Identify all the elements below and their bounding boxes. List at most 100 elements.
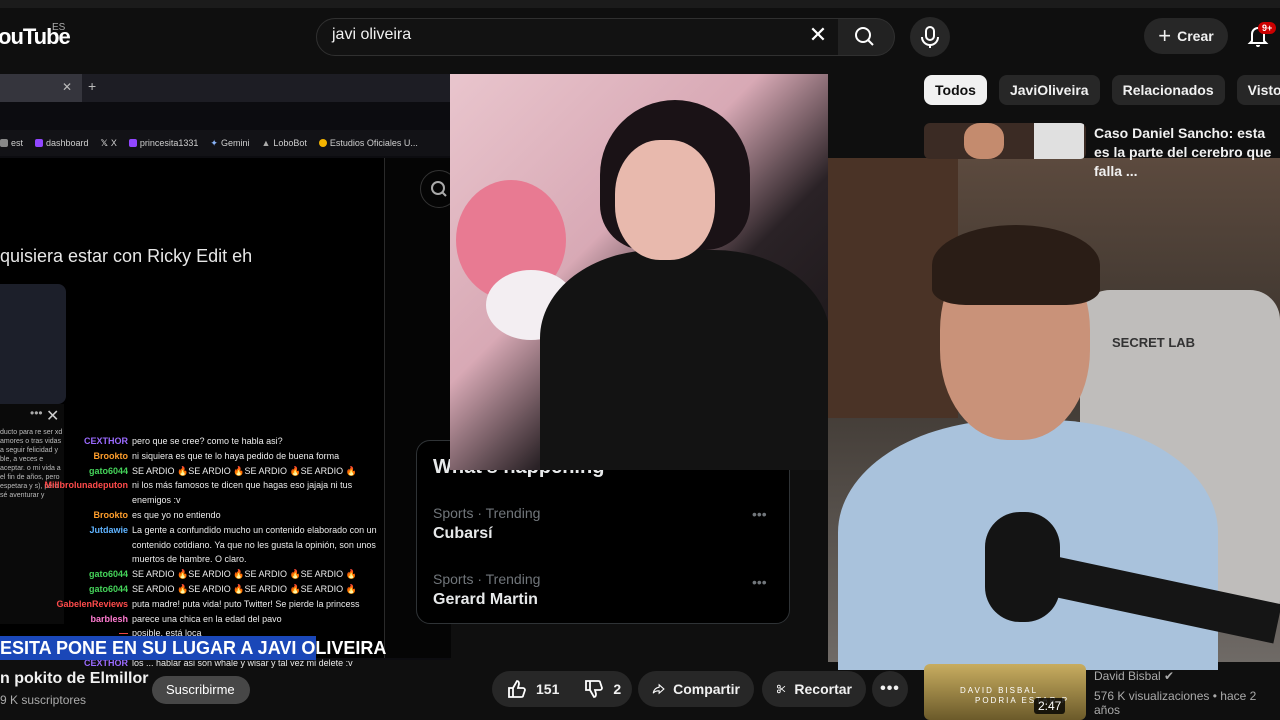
channel-name[interactable]: David Bisbal ✔: [1094, 669, 1174, 683]
bookmark-label: dashboard: [46, 138, 89, 148]
bookmark-label: princesita1331: [139, 138, 199, 148]
search-icon: [855, 27, 874, 46]
chat-message: Brookto es que yo no entiendo: [40, 508, 380, 523]
more-actions-button[interactable]: •••: [872, 671, 908, 707]
plus-icon: +: [1158, 23, 1172, 48]
chat-username[interactable]: Brookto: [40, 508, 129, 523]
chat-message: gato6044 SE ARDIO 🔥SE ARDIO 🔥SE ARDIO 🔥SE…: [40, 567, 380, 582]
chat-username[interactable]: CEXTHOR: [40, 434, 128, 449]
country-code: ES: [52, 22, 66, 33]
bookmark-item[interactable]: 𝕏X: [101, 138, 117, 149]
microphone: [985, 512, 1060, 622]
chat-username[interactable]: gato6044: [40, 464, 128, 479]
chip-visto[interactable]: Visto: [1236, 75, 1280, 105]
chat-username[interactable]: Millbrolunadeputon: [40, 478, 129, 508]
bot-icon: ▲: [261, 138, 271, 148]
more-options-icon[interactable]: •••: [752, 574, 767, 590]
more-options-icon: •••: [880, 680, 900, 697]
voice-search-button[interactable]: [910, 17, 950, 57]
browser-top-strip: [0, 0, 1280, 8]
chat-username[interactable]: GabelenReviews: [40, 597, 128, 612]
dislike-button[interactable]: 2: [583, 678, 621, 700]
chat-text: La gente a confundido mucho un contenido…: [132, 524, 377, 565]
close-icon[interactable]: ✕: [46, 406, 59, 426]
bookmark-item[interactable]: dashboard: [35, 138, 89, 148]
chat-username[interactable]: Brookto: [40, 449, 129, 464]
channel-title[interactable]: n pokito de Elmillor: [0, 670, 148, 688]
chip-javioliveira[interactable]: JaviOliveira: [998, 75, 1100, 105]
post-media[interactable]: [0, 284, 66, 404]
thumbs-down-icon: [585, 680, 604, 698]
more-options-icon[interactable]: •••: [752, 506, 767, 522]
chat-message: GabelenReviews puta madre! puta vida! put…: [40, 597, 380, 612]
chair-logo: SECRET LAB: [1112, 335, 1196, 350]
bookmark-label: Estudios Oficiales U...: [329, 138, 418, 148]
chat-username[interactable]: barblesh: [40, 612, 128, 627]
thumbs-up-icon: [508, 680, 526, 698]
chat-username[interactable]: Jutdawie: [40, 523, 128, 567]
bookmark-label: Gemini: [220, 138, 250, 148]
create-button[interactable]: + Crear: [1144, 18, 1228, 54]
clip-button[interactable]: Recortar: [762, 671, 866, 707]
chat-message: CEXTHOR pero que se cree? como te habla a…: [40, 434, 380, 449]
chat-username[interactable]: gato6044: [40, 582, 128, 597]
bookmarks-bar: est dashboard 𝕏X princesita1331 ✦ Gemini …: [0, 130, 450, 156]
share-button[interactable]: Compartir: [638, 671, 754, 707]
more-options-icon[interactable]: •••: [30, 406, 43, 420]
chip-todos[interactable]: Todos: [924, 75, 987, 105]
search-value[interactable]: javi oliveira: [332, 26, 411, 44]
x-logo-icon: 𝕏: [100, 137, 108, 148]
trend-item[interactable]: Sports · Trending Cubarsí: [433, 505, 540, 543]
notification-count-badge: 9+: [1258, 22, 1277, 34]
clip-label: Recortar: [794, 681, 852, 697]
bookmark-item[interactable]: ✦ Gemini: [210, 138, 249, 149]
bookmark-item[interactable]: est: [0, 138, 23, 148]
video-meta: 576 K visualizaciones • hace 2 años: [1094, 689, 1257, 717]
clear-search-icon[interactable]: ✕: [806, 23, 830, 47]
create-label: Crear: [1177, 28, 1214, 44]
chat-text: ni siquiera es que te lo haya pedido de …: [132, 450, 340, 461]
bookmark-item[interactable]: ▲ LoboBot: [261, 138, 306, 148]
chip-relacionados[interactable]: Relacionados: [1111, 75, 1225, 105]
filter-chips: Todos JaviOliveira Relacionados Visto: [924, 75, 1280, 105]
trend-item[interactable]: Sports · Trending Gerard Martin: [433, 571, 540, 609]
chat-message: Brookto ni siquiera es que te lo haya ped…: [40, 449, 380, 464]
new-tab-icon[interactable]: +: [88, 78, 96, 94]
streamer-hoodie: [540, 250, 830, 470]
search-button[interactable]: [838, 18, 895, 56]
tab-close-icon[interactable]: ✕: [62, 80, 72, 94]
gemini-icon: ✦: [210, 137, 218, 148]
bookmark-label: X: [110, 138, 117, 148]
recommended-thumbnail[interactable]: [924, 123, 1086, 159]
chat-text: SE ARDIO 🔥SE ARDIO 🔥SE ARDIO 🔥SE ARDIO 🔥: [132, 583, 357, 594]
chat-message: barblesh parece una chica en la edad del …: [40, 612, 380, 627]
chat-message: gato6044 SE ARDIO 🔥SE ARDIO 🔥SE ARDIO 🔥SE…: [40, 464, 380, 479]
coin-icon: [318, 139, 327, 147]
chat-text: SE ARDIO 🔥SE ARDIO 🔥SE ARDIO 🔥SE ARDIO 🔥: [132, 465, 357, 476]
chat-text: ni los más famosos te dicen que hagas es…: [132, 480, 353, 506]
bookmark-label: est: [11, 138, 24, 148]
thumbnail-text: DAVID BISBAL: [960, 686, 1039, 695]
chat-text: pero que se cree? como te habla asi?: [132, 436, 283, 446]
like-count: 151: [536, 681, 560, 697]
chat-message: Jutdawie La gente a confundido mucho un c…: [40, 523, 380, 567]
chat-text: puta madre! puta vida! puto Twitter! Se …: [132, 598, 360, 609]
subscribe-button[interactable]: Suscribirme: [166, 682, 235, 697]
bookmark-item[interactable]: Estudios Oficiales U...: [318, 138, 418, 148]
like-dislike-group: 151 2: [492, 671, 632, 707]
subscriber-count: 9 K suscriptores: [0, 693, 87, 707]
microphone-icon: [921, 26, 939, 48]
scissors-icon: [776, 684, 786, 694]
channel-name-text: David Bisbal: [1094, 669, 1161, 683]
streamer-face: [615, 140, 715, 260]
chat-text: parece una chica en la edad del pavo: [132, 613, 282, 624]
chat-message: gato6044 SE ARDIO 🔥SE ARDIO 🔥SE ARDIO 🔥SE…: [40, 582, 380, 597]
twitch-icon: [35, 139, 44, 147]
bookmark-item[interactable]: princesita1331: [128, 138, 199, 148]
dislike-count: 2: [613, 681, 622, 697]
chat-username[interactable]: gato6044: [40, 567, 128, 582]
like-button[interactable]: 151: [506, 678, 559, 700]
recommended-title[interactable]: Caso Daniel Sancho: esta es la parte del…: [1094, 124, 1280, 181]
trend-name: Cubarsí: [433, 525, 493, 542]
trend-name: Gerard Martin: [433, 591, 538, 608]
